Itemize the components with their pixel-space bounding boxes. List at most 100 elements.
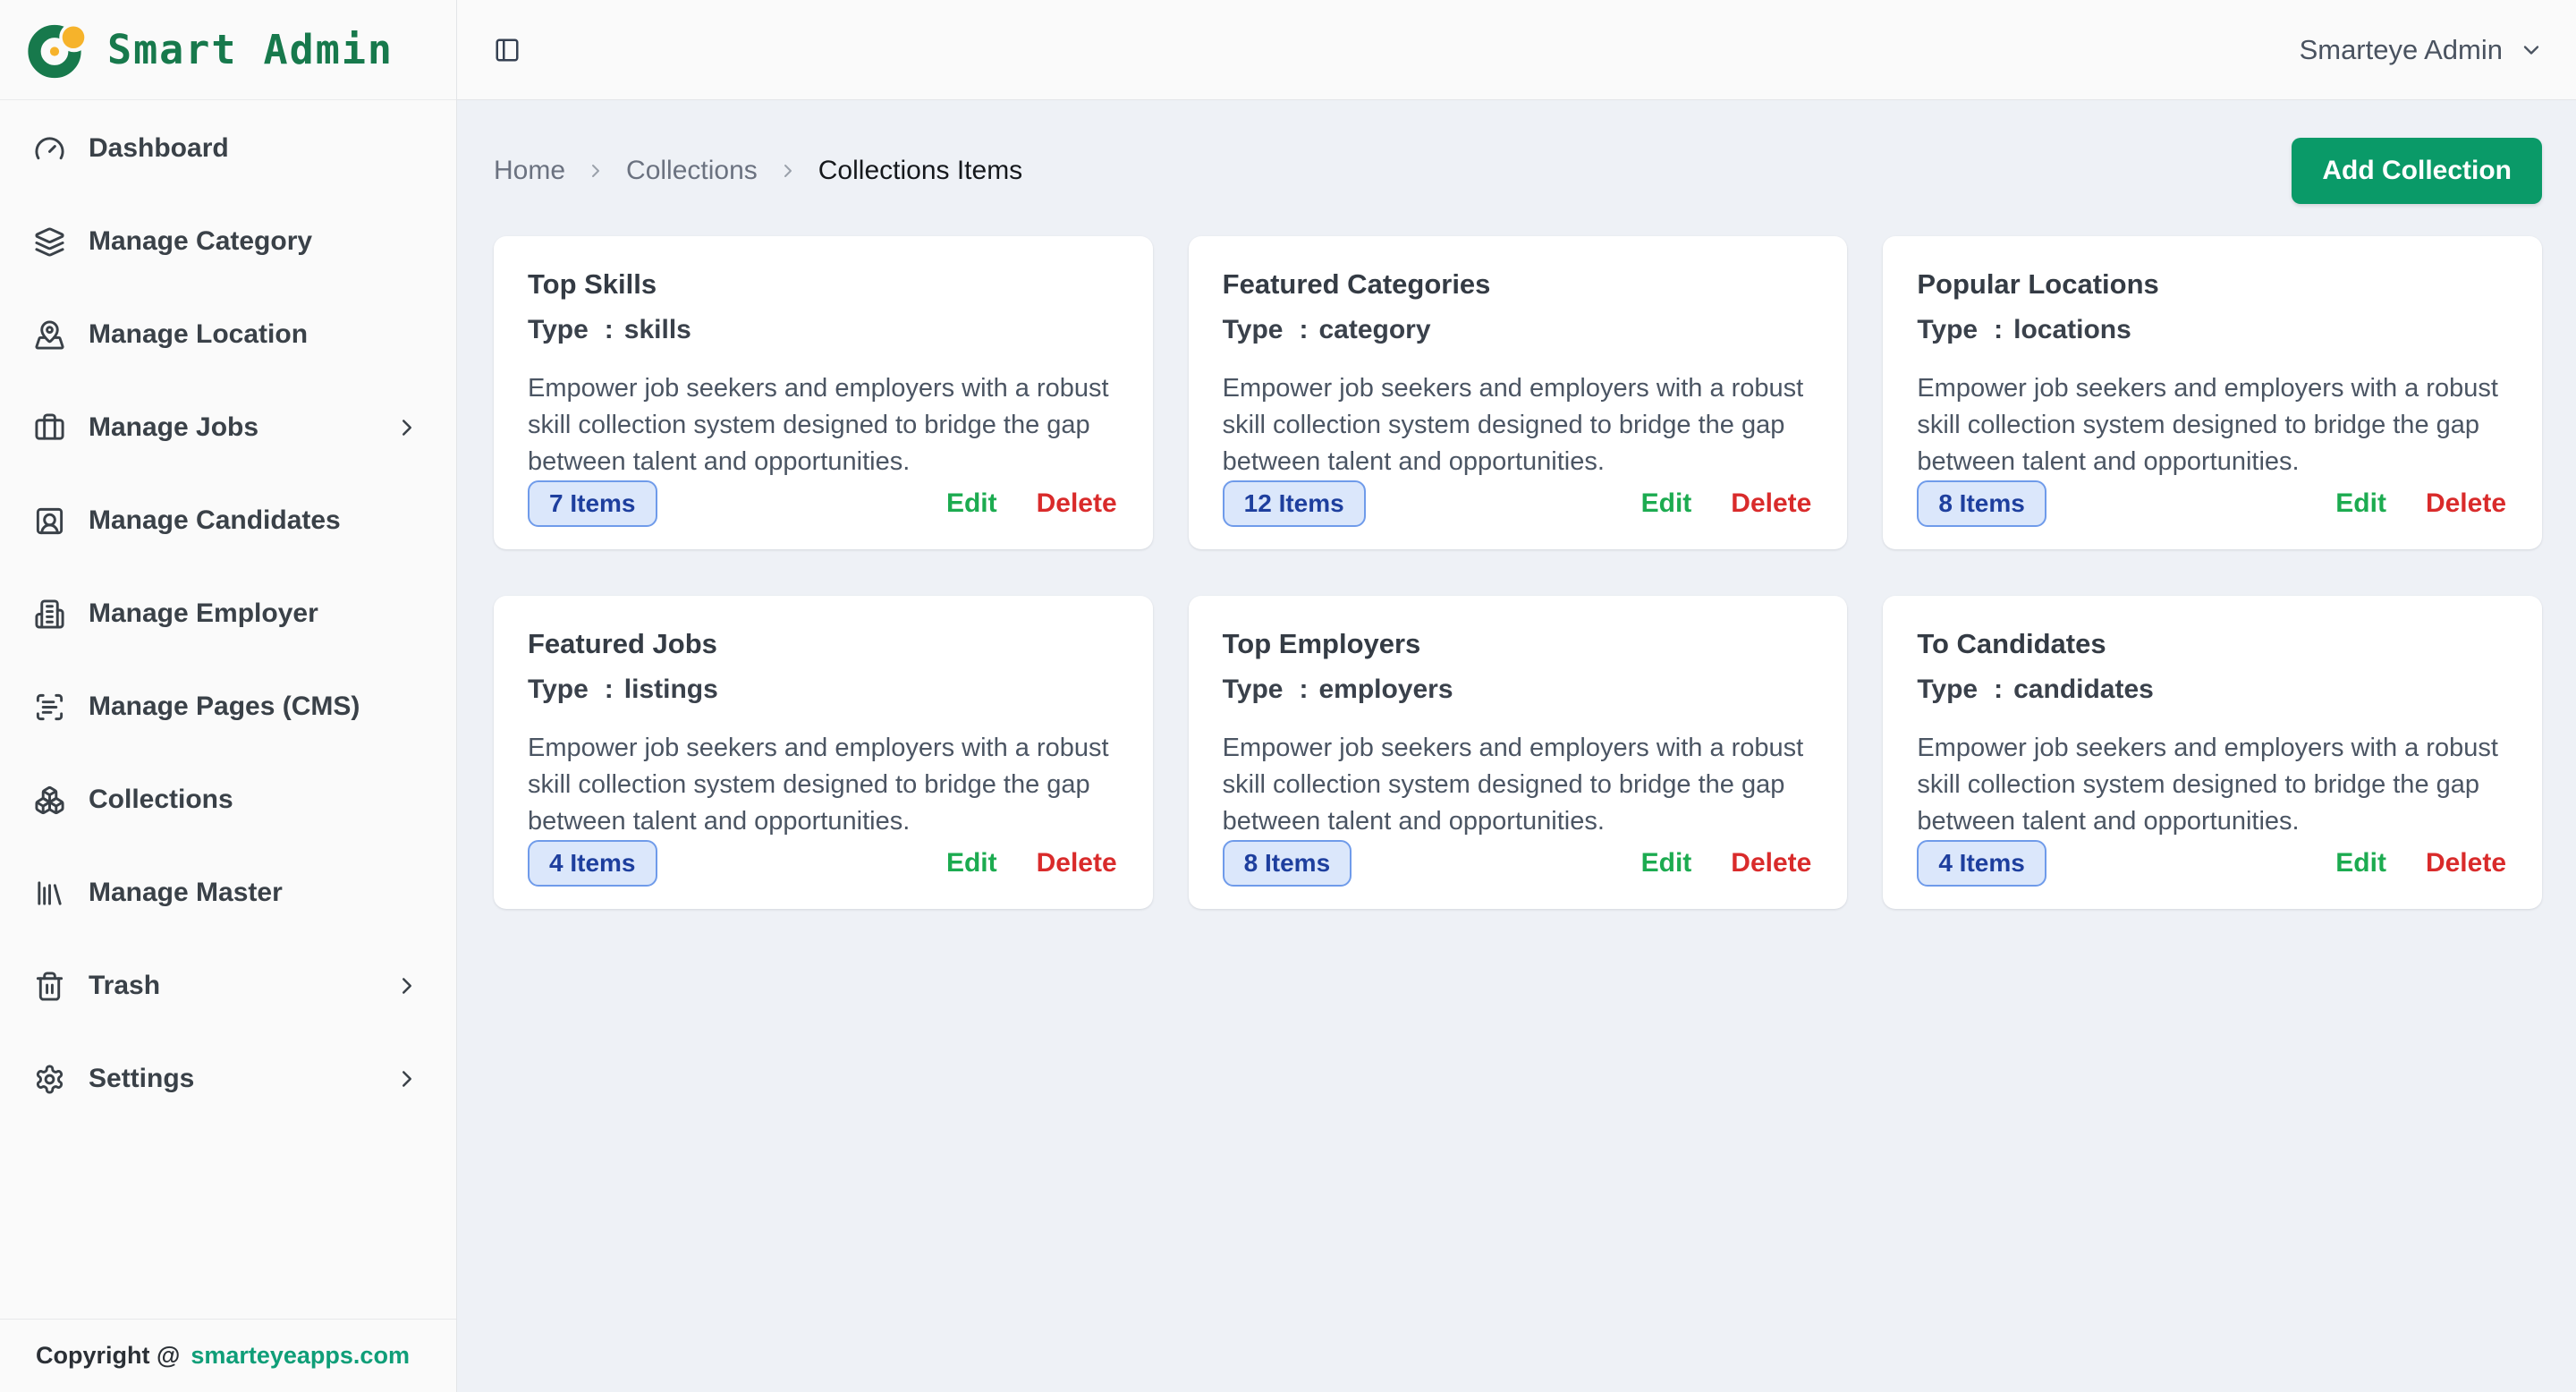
sidebar-item-label: Manage Master [89, 878, 283, 908]
collection-card: Popular Locations Type : locations Empow… [1883, 236, 2542, 549]
edit-link[interactable]: Edit [946, 848, 997, 878]
items-count-badge[interactable]: 4 Items [528, 840, 657, 887]
edit-link[interactable]: Edit [2335, 848, 2386, 878]
sidebar: Smart Admin Dashboard Manage Category Ma… [0, 0, 457, 1392]
items-count-badge[interactable]: 4 Items [1917, 840, 2046, 887]
sidebar-item-label: Manage Pages (CMS) [89, 692, 360, 722]
user-menu[interactable]: Smarteye Admin [2300, 34, 2544, 66]
sidebar-toggle-button[interactable] [487, 30, 527, 70]
breadcrumb-current: Collections Items [818, 156, 1022, 186]
edit-link[interactable]: Edit [1641, 848, 1692, 878]
card-actions: Edit Delete [2335, 488, 2506, 519]
type-value: category [1318, 315, 1430, 345]
card-title: Top Employers [1223, 628, 1812, 660]
type-label: Type [1917, 315, 1978, 345]
delete-link[interactable]: Delete [1037, 488, 1117, 519]
trash-icon [34, 971, 65, 1002]
type-colon: : [605, 675, 614, 705]
items-count-badge[interactable]: 12 Items [1223, 480, 1366, 527]
sidebar-menu: Dashboard Manage Category Manage Locatio… [0, 100, 456, 1319]
delete-link[interactable]: Delete [2426, 488, 2506, 519]
type-colon: : [1994, 315, 2003, 345]
sidebar-item-label: Manage Location [89, 319, 308, 350]
card-title: To Candidates [1917, 628, 2506, 660]
items-count-badge[interactable]: 8 Items [1917, 480, 2046, 527]
sidebar-item-label: Manage Employer [89, 598, 318, 629]
items-count-badge[interactable]: 7 Items [528, 480, 657, 527]
card-type: Type : skills [528, 315, 1117, 345]
card-footer: 4 Items Edit Delete [528, 840, 1117, 887]
card-actions: Edit Delete [946, 488, 1117, 519]
gauge-icon [34, 133, 65, 165]
edit-link[interactable]: Edit [2335, 488, 2386, 519]
breadcrumb-collections[interactable]: Collections [626, 156, 758, 186]
building-icon [34, 598, 65, 630]
card-description: Empower job seekers and employers with a… [528, 730, 1117, 840]
sidebar-item-dashboard[interactable]: Dashboard [20, 102, 436, 195]
type-value: candidates [2013, 675, 2154, 705]
delete-link[interactable]: Delete [2426, 848, 2506, 878]
brand-name: Smart Admin [107, 26, 394, 73]
card-type: Type : candidates [1917, 675, 2506, 705]
sidebar-item-trash[interactable]: Trash [20, 939, 436, 1032]
sidebar-item-label: Collections [89, 785, 233, 815]
sidebar-item-settings[interactable]: Settings [20, 1032, 436, 1125]
layers-icon [34, 226, 65, 258]
card-type: Type : employers [1223, 675, 1812, 705]
type-value: listings [624, 675, 718, 705]
briefcase-icon [34, 412, 65, 444]
delete-link[interactable]: Delete [1037, 848, 1117, 878]
sidebar-item-manage-employer[interactable]: Manage Employer [20, 567, 436, 660]
card-type: Type : locations [1917, 315, 2506, 345]
type-colon: : [1994, 675, 2003, 705]
sidebar-item-label: Manage Category [89, 226, 312, 257]
copyright-link[interactable]: smarteyeapps.com [191, 1342, 410, 1370]
card-actions: Edit Delete [1641, 488, 1812, 519]
card-description: Empower job seekers and employers with a… [528, 370, 1117, 480]
breadcrumb: Home Collections Collections Items [494, 156, 1022, 186]
sidebar-item-manage-category[interactable]: Manage Category [20, 195, 436, 288]
sidebar-item-manage-pages-cms[interactable]: Manage Pages (CMS) [20, 660, 436, 753]
breadcrumb-home[interactable]: Home [494, 156, 565, 186]
sidebar-item-label: Manage Candidates [89, 505, 341, 536]
card-description: Empower job seekers and employers with a… [1917, 370, 2506, 480]
card-title: Popular Locations [1917, 268, 2506, 301]
card-actions: Edit Delete [1641, 848, 1812, 878]
sidebar-item-collections[interactable]: Collections [20, 753, 436, 846]
delete-link[interactable]: Delete [1731, 848, 1811, 878]
sidebar-item-manage-location[interactable]: Manage Location [20, 288, 436, 381]
chevron-right-icon [777, 160, 799, 182]
boxes-icon [34, 785, 65, 816]
map-pin-icon [34, 319, 65, 351]
main-area: Smarteye Admin Home Collections Collecti… [457, 0, 2576, 1392]
collection-card: Top Employers Type : employers Empower j… [1189, 596, 1848, 909]
chevron-right-icon [394, 972, 420, 999]
edit-link[interactable]: Edit [946, 488, 997, 519]
card-description: Empower job seekers and employers with a… [1223, 730, 1812, 840]
add-collection-button[interactable]: Add Collection [2292, 138, 2542, 204]
copyright-text: Copyright @ [36, 1342, 180, 1370]
edit-link[interactable]: Edit [1641, 488, 1692, 519]
brand-logo-icon [25, 18, 89, 82]
card-footer: 8 Items Edit Delete [1223, 840, 1812, 887]
library-icon [34, 878, 65, 909]
sidebar-item-manage-master[interactable]: Manage Master [20, 846, 436, 939]
collection-card: Top Skills Type : skills Empower job see… [494, 236, 1153, 549]
type-colon: : [1299, 675, 1308, 705]
items-count-badge[interactable]: 8 Items [1223, 840, 1352, 887]
delete-link[interactable]: Delete [1731, 488, 1811, 519]
collections-grid: Top Skills Type : skills Empower job see… [494, 236, 2542, 909]
card-footer: 4 Items Edit Delete [1917, 840, 2506, 887]
chevron-right-icon [394, 414, 420, 441]
type-label: Type [1223, 675, 1284, 705]
type-colon: : [605, 315, 614, 345]
sidebar-item-label: Settings [89, 1064, 194, 1094]
chevron-right-icon [394, 1065, 420, 1092]
sidebar-item-manage-candidates[interactable]: Manage Candidates [20, 474, 436, 567]
brand-logo[interactable]: Smart Admin [0, 0, 456, 100]
sidebar-item-label: Trash [89, 971, 160, 1001]
card-footer: 7 Items Edit Delete [528, 480, 1117, 527]
collection-card: To Candidates Type : candidates Empower … [1883, 596, 2542, 909]
type-value: locations [2013, 315, 2131, 345]
sidebar-item-manage-jobs[interactable]: Manage Jobs [20, 381, 436, 474]
